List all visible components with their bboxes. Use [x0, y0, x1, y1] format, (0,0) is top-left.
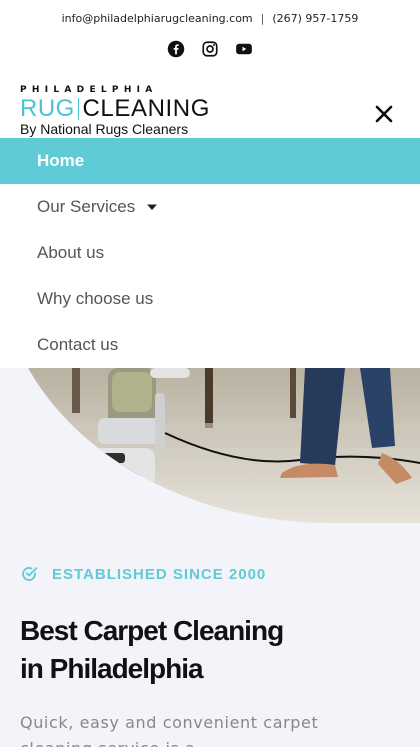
contact-line: info@philadelphiarugcleaning.com | (267) 9… — [0, 12, 420, 25]
nav-item-about-us[interactable]: About us — [0, 230, 420, 276]
mobile-nav-menu: Home Our Services About us Why choose us… — [0, 138, 420, 368]
nav-item-why-choose-us[interactable]: Why choose us — [0, 276, 420, 322]
check-circle-icon — [20, 565, 38, 583]
lead-line-1: Quick, easy and convenient carpet — [20, 713, 319, 732]
phone-link[interactable]: (267) 957-1759 — [272, 12, 358, 25]
nav-item-label: Home — [37, 151, 85, 170]
nav-item-label: About us — [37, 243, 105, 262]
logo-rug-text: RUG — [20, 95, 75, 122]
logo-top-text: PHILADELPHIA — [20, 85, 158, 95]
lead-line-2: cleaning service is a — [20, 739, 196, 747]
nav-item-our-services[interactable]: Our Services — [0, 184, 420, 230]
lead-paragraph: Quick, easy and convenient carpet cleani… — [20, 710, 400, 747]
logo-divider — [77, 98, 79, 120]
contact-separator: | — [260, 12, 265, 25]
hero-image — [0, 368, 420, 523]
caret-down-icon[interactable] — [147, 202, 158, 212]
headline-line-2: in Philadelphia — [20, 653, 204, 684]
logo-cleaning-text: CLEANING — [82, 95, 210, 122]
facebook-icon[interactable] — [167, 40, 185, 58]
headline-line-1: Best Carpet Cleaning — [20, 615, 284, 646]
established-text: ESTABLISHED SINCE 2000 — [52, 565, 267, 583]
site-logo[interactable]: PHILADELPHIA RUG CLEANING By National Ru… — [20, 85, 210, 137]
instagram-icon[interactable] — [201, 40, 219, 58]
nav-item-home[interactable]: Home — [0, 138, 420, 184]
hero-image-clip — [0, 368, 420, 523]
email-link[interactable]: info@philadelphiarugcleaning.com — [62, 12, 253, 25]
logo-subtitle: By National Rugs Cleaners — [20, 121, 189, 137]
nav-item-label: Why choose us — [37, 289, 154, 308]
social-links — [0, 40, 420, 58]
page-headline: Best Carpet Cleaning in Philadelphia — [20, 612, 400, 688]
top-contact-bar: info@philadelphiarugcleaning.com | (267) 9… — [0, 0, 420, 82]
close-icon[interactable] — [372, 102, 396, 126]
established-badge: ESTABLISHED SINCE 2000 — [20, 565, 266, 583]
nav-item-label: Our Services — [37, 197, 136, 216]
youtube-icon[interactable] — [235, 40, 253, 58]
site-header: PHILADELPHIA RUG CLEANING By National Ru… — [0, 82, 420, 138]
logo-main: RUG CLEANING — [20, 95, 210, 122]
nav-item-contact-us[interactable]: Contact us — [0, 322, 420, 368]
nav-item-label: Contact us — [37, 335, 119, 354]
